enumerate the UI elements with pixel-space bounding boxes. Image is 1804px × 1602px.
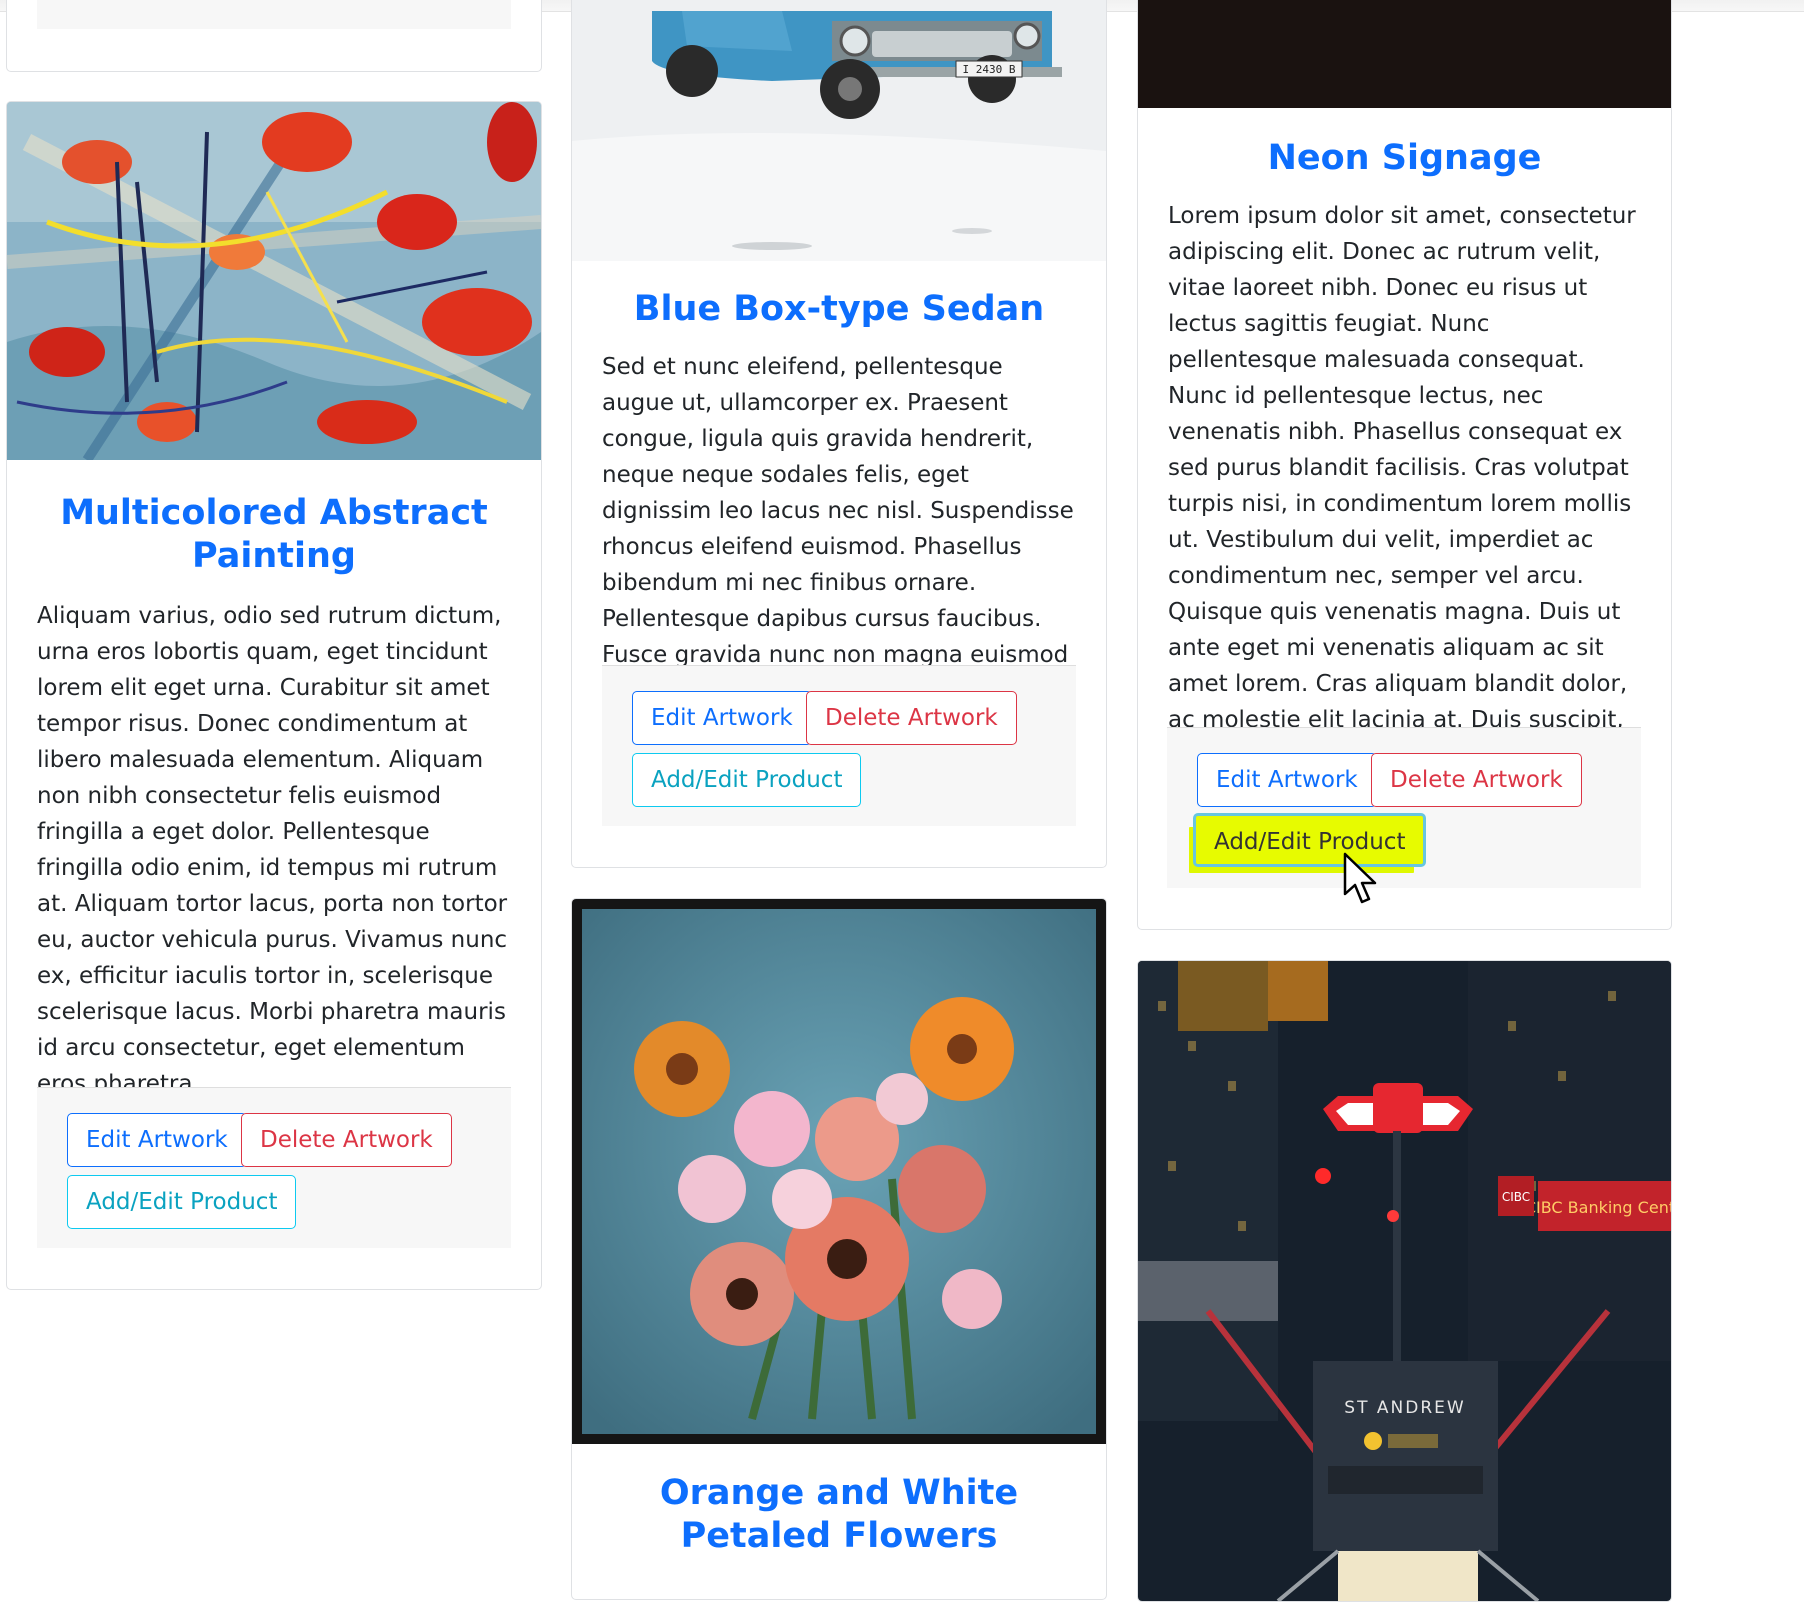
- card-footer: Edit Artwork Delete Artwork Add/Edit Pro…: [37, 1087, 511, 1248]
- add-edit-product-button[interactable]: Add/Edit Product: [632, 753, 862, 807]
- artwork-card-blue-sedan: I 2430 B Blue Box-type Sedan Sed et nunc…: [571, 0, 1107, 868]
- card-footer: Edit Artwork Delete Artwork Add/Edit Pro…: [1167, 727, 1641, 888]
- card-footer: Edit Artwork Delete Artwork Add/Edit Pro…: [602, 665, 1076, 826]
- card-body: Orange and White Petaled Flowers: [602, 1472, 1076, 1558]
- artwork-image-abstract-painting: [7, 102, 541, 460]
- artwork-image-blue-sedan: I 2430 B: [572, 0, 1106, 261]
- edit-artwork-button[interactable]: Edit Artwork: [1197, 753, 1377, 807]
- artwork-card-subway-night: CIBC Banking Centre CIBC ST ANDREW: [1137, 960, 1672, 1602]
- card-title: Orange and White Petaled Flowers: [659, 1473, 1019, 1556]
- card-body: Multicolored Abstract Painting Aliquam v…: [37, 492, 511, 1102]
- artwork-card-neon-signage: Neon Signage Lorem ipsum dolor sit amet,…: [1137, 0, 1672, 930]
- card-title: Neon Signage: [1267, 138, 1542, 178]
- edit-artwork-button[interactable]: Edit Artwork: [67, 1113, 247, 1167]
- delete-artwork-button[interactable]: Delete Artwork: [241, 1113, 452, 1167]
- add-edit-product-button[interactable]: Add/Edit Product: [67, 1175, 297, 1229]
- card-partial-top: [6, 0, 542, 72]
- artwork-card-abstract-painting: Multicolored Abstract Painting Aliquam v…: [6, 101, 542, 1290]
- card-body: Blue Box-type Sedan Sed et nunc eleifend…: [602, 288, 1076, 709]
- card-body: Neon Signage Lorem ipsum dolor sit amet,…: [1168, 137, 1641, 774]
- artwork-image-flowers: [572, 899, 1106, 1444]
- delete-artwork-button[interactable]: Delete Artwork: [806, 691, 1017, 745]
- card-description: Lorem ipsum dolor sit amet, consectetur …: [1168, 203, 1636, 769]
- cibc-logo-text: CIBC: [1502, 1190, 1530, 1204]
- card-footer-partial: [37, 0, 511, 29]
- artwork-image-neon-signage-top: [1138, 0, 1671, 108]
- add-edit-product-button-highlighted[interactable]: Add/Edit Product: [1193, 813, 1427, 867]
- card-title: Blue Box-type Sedan: [633, 289, 1045, 329]
- artwork-card-flowers: Orange and White Petaled Flowers: [571, 898, 1107, 1600]
- card-description: Aliquam varius, odio sed rutrum dictum, …: [37, 603, 508, 1097]
- card-title: Multicolored Abstract Painting: [60, 493, 488, 576]
- bank-sign: CIBC Banking Centre: [1525, 1198, 1671, 1217]
- edit-artwork-button[interactable]: Edit Artwork: [632, 691, 812, 745]
- delete-artwork-button[interactable]: Delete Artwork: [1371, 753, 1582, 807]
- license-plate: I 2430 B: [963, 63, 1016, 76]
- station-sign: ST ANDREW: [1344, 1398, 1465, 1418]
- artwork-image-subway-night: CIBC Banking Centre CIBC ST ANDREW: [1138, 961, 1671, 1601]
- card-description: Sed et nunc eleifend, pellentesque augue…: [602, 354, 1074, 704]
